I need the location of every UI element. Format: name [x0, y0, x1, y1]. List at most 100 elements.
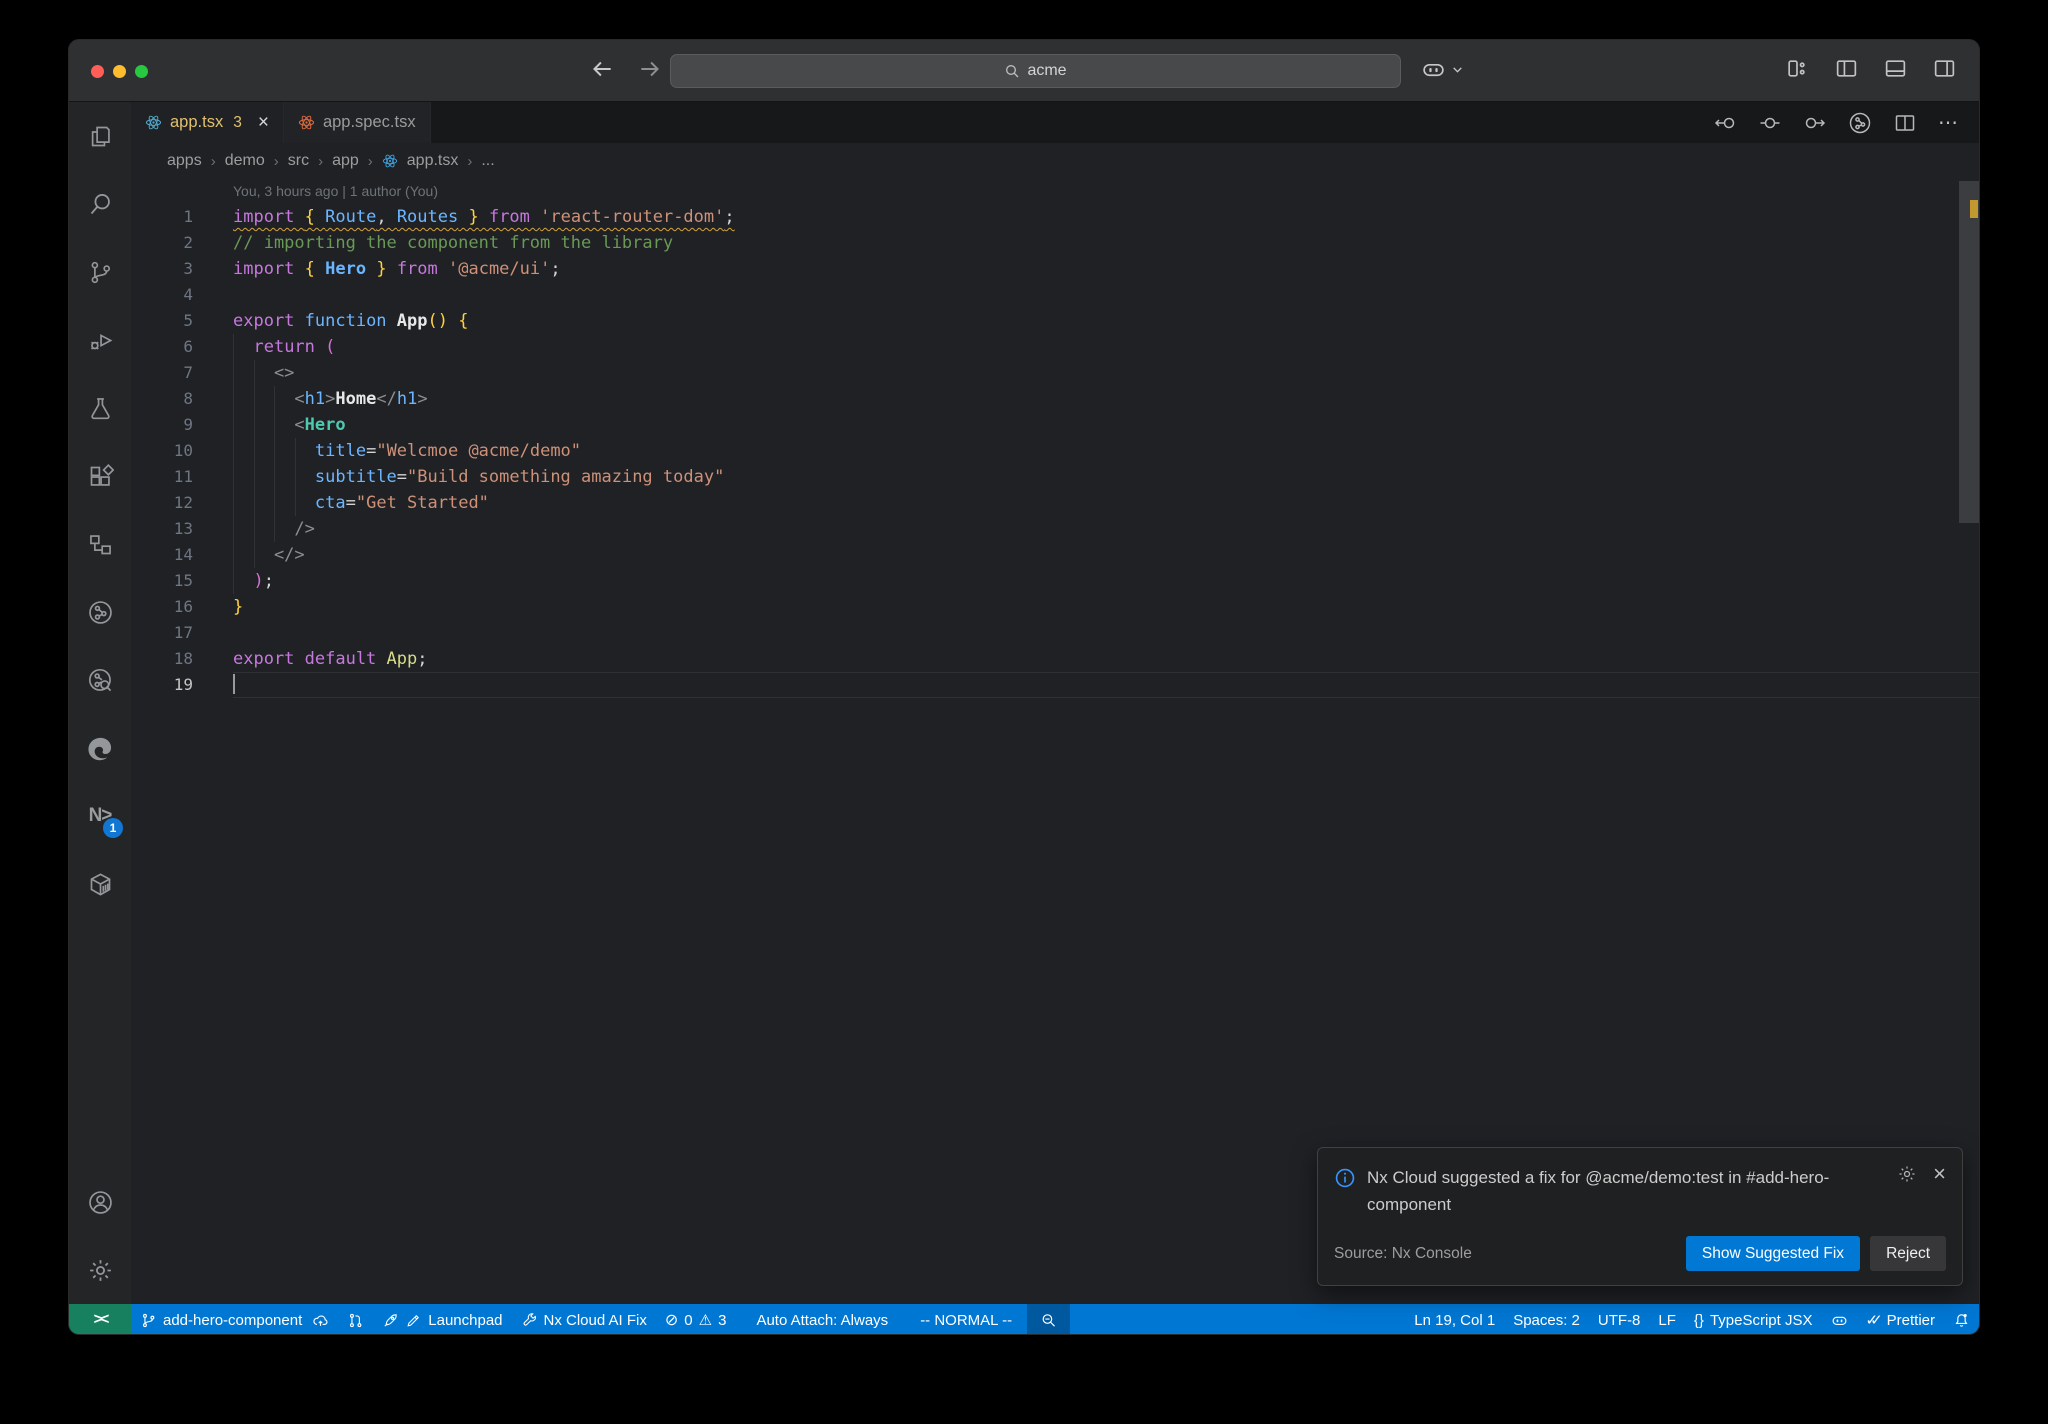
code-line-content[interactable]: // importing the component from the libr…: [233, 230, 1979, 256]
code-line-content[interactable]: </>: [233, 542, 1979, 568]
code-line[interactable]: 4: [131, 282, 1979, 308]
eol-item[interactable]: LF: [1649, 1304, 1685, 1334]
breadcrumb-item[interactable]: apps: [167, 152, 202, 170]
scrollbar[interactable]: [1959, 181, 1979, 523]
change-dot-icon[interactable]: [1758, 111, 1782, 135]
settings-gear-icon[interactable]: [69, 1236, 131, 1304]
line-number[interactable]: 8: [131, 386, 193, 412]
notification-close-icon[interactable]: ×: [1933, 1162, 1946, 1184]
code-line[interactable]: 14 </>: [131, 542, 1979, 568]
code-line[interactable]: 11 subtitle="Build something amazing tod…: [131, 464, 1979, 490]
encoding-item[interactable]: UTF-8: [1589, 1304, 1650, 1334]
code-line[interactable]: 8 <h1>Home</h1>: [131, 386, 1979, 412]
minimize-window-button[interactable]: [113, 65, 126, 78]
git-branch-item[interactable]: add-hero-component: [131, 1304, 338, 1334]
indentation-item[interactable]: Spaces: 2: [1504, 1304, 1589, 1334]
toggle-sidebar-right-icon[interactable]: [1932, 56, 1957, 81]
copilot-menu[interactable]: [1421, 57, 1464, 82]
code-editor[interactable]: You, 3 hours ago | 1 author (You) 1 impor…: [131, 178, 1979, 1304]
code-line[interactable]: 9 <Hero: [131, 412, 1979, 438]
line-number[interactable]: 16: [131, 594, 193, 620]
package-icon[interactable]: [69, 850, 131, 918]
cursor-position-item[interactable]: Ln 19, Col 1: [1405, 1304, 1504, 1334]
prev-change-icon[interactable]: [1713, 111, 1737, 135]
command-center-search[interactable]: acme: [670, 54, 1401, 88]
line-number[interactable]: 19: [131, 672, 193, 698]
line-number[interactable]: 7: [131, 360, 193, 386]
more-actions-icon[interactable]: ⋯: [1938, 110, 1959, 135]
code-line-content[interactable]: [233, 282, 1979, 308]
language-mode-item[interactable]: {} TypeScript JSX: [1685, 1304, 1822, 1334]
sitemap-icon[interactable]: [69, 510, 131, 578]
vim-mode-item[interactable]: -- NORMAL --: [911, 1304, 1021, 1334]
launchpad-item[interactable]: Launchpad: [373, 1304, 511, 1334]
code-line-content[interactable]: }: [233, 594, 1979, 620]
code-line[interactable]: 6 return (: [131, 334, 1979, 360]
code-line[interactable]: 7 <>: [131, 360, 1979, 386]
code-line[interactable]: 2 // importing the component from the lib…: [131, 230, 1979, 256]
tab-app-tsx[interactable]: app.tsx 3 ×: [131, 102, 284, 143]
line-number[interactable]: 6: [131, 334, 193, 360]
line-number[interactable]: 17: [131, 620, 193, 646]
toggle-sidebar-left-icon[interactable]: [1834, 56, 1859, 81]
code-line[interactable]: 12 cta="Get Started": [131, 490, 1979, 516]
formatter-item[interactable]: ✓✓ Prettier: [1857, 1304, 1945, 1334]
code-line-content[interactable]: title="Welcmoe @acme/demo": [233, 438, 1979, 464]
line-number[interactable]: 5: [131, 308, 193, 334]
reject-button[interactable]: Reject: [1870, 1236, 1946, 1271]
account-icon[interactable]: [69, 1168, 131, 1236]
code-line[interactable]: 1 import { Route, Routes } from 'react-ro…: [131, 204, 1979, 230]
zoom-window-button[interactable]: [135, 65, 148, 78]
code-line[interactable]: 18 export default App;: [131, 646, 1979, 672]
code-line[interactable]: 15 );: [131, 568, 1979, 594]
tab-app-spec-tsx[interactable]: app.spec.tsx: [283, 102, 431, 143]
code-line[interactable]: 19: [131, 672, 1979, 698]
line-number[interactable]: 1: [131, 204, 193, 230]
code-line[interactable]: 17: [131, 620, 1979, 646]
notification-settings-gear-icon[interactable]: [1897, 1164, 1917, 1184]
breadcrumb-item[interactable]: src: [288, 152, 309, 170]
nx-run-target-icon[interactable]: [1848, 111, 1872, 135]
breadcrumb-item[interactable]: app.tsx: [407, 152, 459, 170]
auto-attach-item[interactable]: Auto Attach: Always: [747, 1304, 897, 1334]
customize-layout-icon[interactable]: [1785, 56, 1810, 81]
line-number[interactable]: 2: [131, 230, 193, 256]
line-number[interactable]: 9: [131, 412, 193, 438]
code-line[interactable]: 3 import { Hero } from '@acme/ui';: [131, 256, 1979, 282]
extensions-icon[interactable]: [69, 442, 131, 510]
edge-icon[interactable]: [69, 714, 131, 782]
code-line-content[interactable]: return (: [233, 334, 1979, 360]
code-line[interactable]: 13 />: [131, 516, 1979, 542]
show-suggested-fix-button[interactable]: Show Suggested Fix: [1685, 1236, 1861, 1271]
nx-graph-icon[interactable]: [69, 578, 131, 646]
line-number[interactable]: 13: [131, 516, 193, 542]
line-number[interactable]: 10: [131, 438, 193, 464]
breadcrumb-item[interactable]: app: [332, 152, 359, 170]
code-line-content[interactable]: import { Route, Routes } from 'react-rou…: [233, 204, 1979, 230]
code-line-content[interactable]: [233, 620, 1979, 646]
code-line[interactable]: 16}: [131, 594, 1979, 620]
code-line-content[interactable]: <h1>Home</h1>: [233, 386, 1979, 412]
code-line-content[interactable]: );: [233, 568, 1979, 594]
nx-cloud-fix-item[interactable]: Nx Cloud AI Fix: [512, 1304, 656, 1334]
zoom-indicator-item[interactable]: [1027, 1304, 1071, 1334]
close-window-button[interactable]: [91, 65, 104, 78]
code-line-content[interactable]: export function App() {: [233, 308, 1979, 334]
toggle-panel-icon[interactable]: [1883, 56, 1908, 81]
problems-item[interactable]: ⊘ 0 ⚠ 3: [656, 1304, 736, 1334]
explorer-icon[interactable]: [69, 102, 131, 170]
line-number[interactable]: 4: [131, 282, 193, 308]
code-line-content[interactable]: <>: [233, 360, 1979, 386]
code-line-content[interactable]: cta="Get Started": [233, 490, 1979, 516]
line-number[interactable]: 12: [131, 490, 193, 516]
code-line-content[interactable]: export default App;: [233, 646, 1979, 672]
line-number[interactable]: 3: [131, 256, 193, 282]
next-change-icon[interactable]: [1803, 111, 1827, 135]
code-line[interactable]: 5 export function App() {: [131, 308, 1979, 334]
source-control-icon[interactable]: [69, 238, 131, 306]
remote-indicator[interactable]: ><: [69, 1304, 131, 1334]
blame-codelens[interactable]: You, 3 hours ago | 1 author (You): [131, 178, 1979, 204]
compare-changes-item[interactable]: [338, 1304, 373, 1334]
breadcrumb-more[interactable]: ...: [481, 152, 494, 170]
search-icon[interactable]: [69, 170, 131, 238]
